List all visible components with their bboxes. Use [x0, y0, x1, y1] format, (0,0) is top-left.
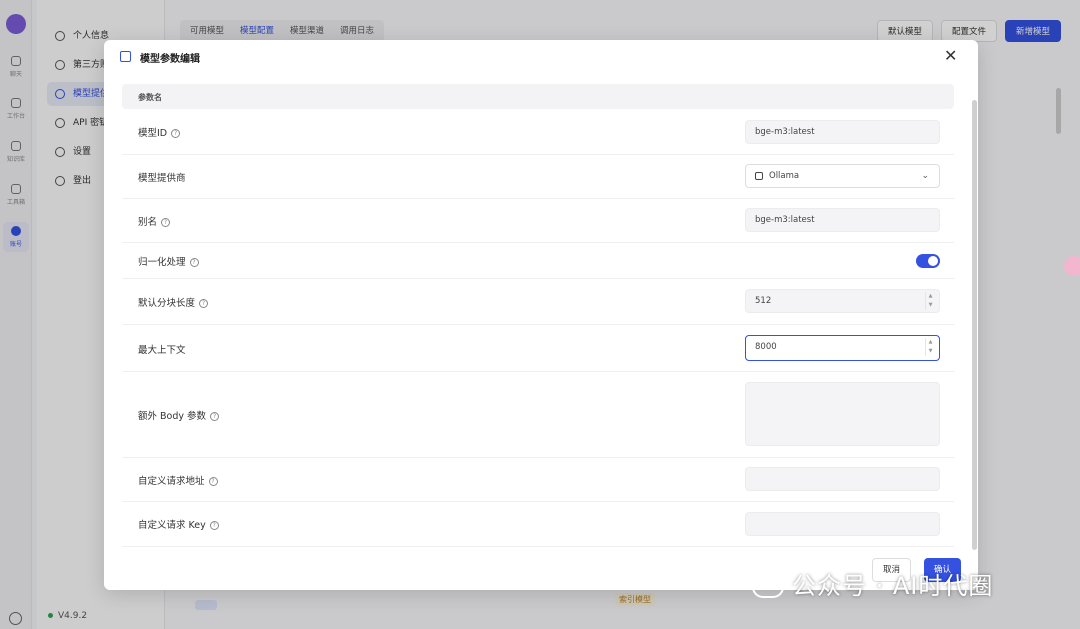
- help-icon[interactable]: ?: [208, 477, 218, 486]
- extra-body-textarea[interactable]: [745, 382, 940, 446]
- row-model-id: 模型ID? bge-m3:latest: [122, 110, 954, 155]
- number-stepper[interactable]: ▲ ▼: [925, 338, 935, 356]
- number-stepper[interactable]: ▲ ▼: [925, 292, 935, 310]
- max-context-input[interactable]: 8000 ▲ ▼: [745, 335, 940, 361]
- provider-select[interactable]: Ollama ⌄: [745, 164, 940, 188]
- model-id-input[interactable]: bge-m3:latest: [745, 120, 940, 144]
- row-chunk-length: 默认分块长度? 512 ▲ ▼: [122, 279, 954, 325]
- field-label: 模型提供商: [138, 173, 186, 184]
- field-label: 默认分块长度?: [138, 295, 209, 309]
- row-custom-url: 自定义请求地址?: [122, 458, 954, 502]
- dialog-title: 模型参数编辑: [140, 54, 200, 65]
- model-params-dialog: 模型参数编辑 ✕ 参数名 模型ID? bge-m3:latest 模型提供商 O…: [104, 40, 978, 590]
- normalize-toggle[interactable]: [916, 254, 940, 268]
- wechat-icon: [752, 576, 784, 598]
- field-label: 自定义请求 Key?: [138, 517, 219, 531]
- help-icon[interactable]: ?: [209, 521, 219, 530]
- help-icon[interactable]: ?: [161, 218, 171, 227]
- close-button[interactable]: ✕: [944, 46, 957, 66]
- field-label: 别名?: [138, 214, 171, 228]
- row-extra-body: 额外 Body 参数?: [122, 372, 954, 458]
- row-alias: 别名? bge-m3:latest: [122, 199, 954, 243]
- alias-input[interactable]: bge-m3:latest: [745, 208, 940, 232]
- row-normalize: 归一化处理?: [122, 243, 954, 279]
- field-label: 额外 Body 参数?: [138, 408, 220, 422]
- param-table-header: 参数名: [122, 84, 954, 109]
- watermark: 公众号 · AI时代圈: [752, 566, 993, 601]
- field-label: 归一化处理?: [138, 254, 199, 268]
- custom-key-input[interactable]: [745, 512, 940, 536]
- custom-url-input[interactable]: [745, 467, 940, 491]
- chunk-length-input[interactable]: 512 ▲ ▼: [745, 289, 940, 313]
- field-label: 自定义请求地址?: [138, 473, 218, 487]
- edit-icon: [120, 51, 131, 62]
- row-provider: 模型提供商 Ollama ⌄: [122, 155, 954, 199]
- help-icon[interactable]: ?: [171, 129, 181, 138]
- help-icon[interactable]: ?: [199, 299, 209, 308]
- floating-helper-icon[interactable]: [1064, 256, 1080, 276]
- field-label: 模型ID?: [138, 125, 181, 139]
- ollama-icon: [755, 171, 763, 180]
- help-icon[interactable]: ?: [189, 258, 199, 267]
- dialog-header: 模型参数编辑 ✕: [104, 40, 978, 74]
- row-custom-key: 自定义请求 Key?: [122, 502, 954, 547]
- chevron-down-icon: ⌄: [921, 171, 929, 181]
- dialog-scrollbar[interactable]: [972, 100, 977, 550]
- help-icon[interactable]: ?: [210, 412, 220, 421]
- field-label: 最大上下文: [138, 345, 186, 356]
- row-max-context: 最大上下文 8000 ▲ ▼: [122, 325, 954, 372]
